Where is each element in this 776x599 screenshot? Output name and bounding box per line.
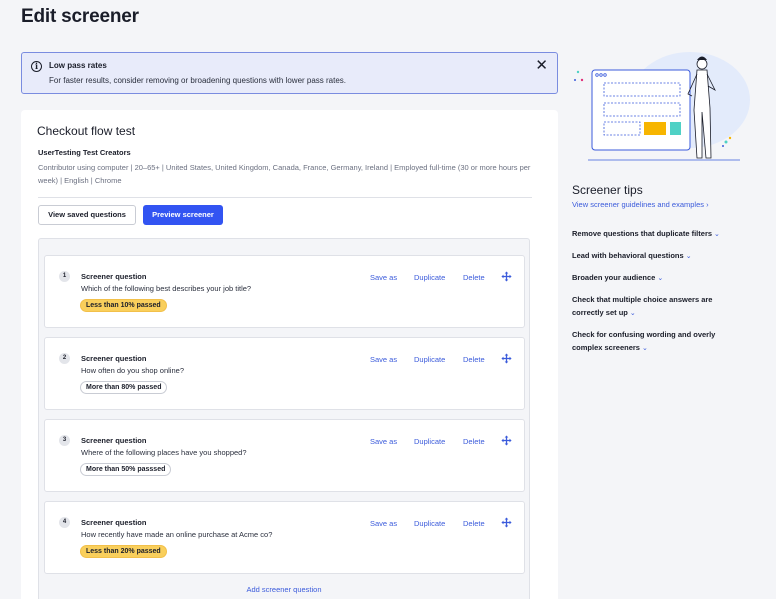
question-number: 4 (59, 517, 70, 528)
tip-broaden[interactable]: Broaden your audience ⌄ (572, 271, 742, 285)
question-label: Screener question (81, 518, 147, 527)
question-number: 3 (59, 435, 70, 446)
question-text: Where of the following places have you s… (81, 448, 247, 457)
move-icon[interactable] (501, 517, 512, 528)
tip-confusing-wording[interactable]: Check for confusing wording and overly c… (572, 328, 742, 355)
tip-label: Broaden your audience (572, 273, 656, 282)
org-name: UserTesting Test Creators (38, 148, 131, 157)
tip-behavioral[interactable]: Lead with behavioral questions ⌄ (572, 249, 742, 263)
add-screener-question-link[interactable]: Add screener question (39, 585, 529, 594)
duplicate-link[interactable]: Duplicate (414, 519, 445, 528)
low-pass-rates-alert: i Low pass rates For faster results, con… (21, 52, 558, 94)
chevron-down-icon: ⌄ (629, 310, 636, 317)
question-number: 2 (59, 353, 70, 364)
close-icon[interactable]: ✕ (535, 58, 548, 73)
move-icon[interactable] (501, 271, 512, 282)
question-text: Which of the following best describes yo… (81, 284, 252, 293)
tip-label: Lead with behavioral questions (572, 251, 684, 260)
chevron-down-icon: ⌄ (714, 231, 720, 238)
screener-illustration (574, 52, 750, 161)
tip-remove-duplicates[interactable]: Remove questions that duplicate filters ⌄ (572, 227, 742, 241)
page-title: Edit screener (21, 6, 139, 27)
tip-multiple-choice[interactable]: Check that multiple choice answers are c… (572, 293, 742, 320)
pass-rate-badge: Less than 20% passed (80, 545, 167, 558)
alert-title: Low pass rates (49, 61, 107, 70)
question-card: 3 Screener question Where of the followi… (44, 419, 525, 492)
duplicate-link[interactable]: Duplicate (414, 273, 445, 282)
question-text: How often do you shop online? (81, 366, 184, 375)
question-text: How recently have made an online purchas… (81, 530, 273, 539)
question-card: 2 Screener question How often do you sho… (44, 337, 525, 410)
delete-link[interactable]: Delete (463, 273, 485, 282)
questions-panel: 1 Screener question Which of the followi… (38, 238, 530, 599)
question-number: 1 (59, 271, 70, 282)
save-as-link[interactable]: Save as (370, 437, 397, 446)
delete-link[interactable]: Delete (463, 355, 485, 364)
guidelines-link[interactable]: View screener guidelines and examples › (572, 200, 709, 209)
duplicate-link[interactable]: Duplicate (414, 437, 445, 446)
divider (38, 197, 532, 198)
pass-rate-badge: Less than 10% passed (80, 299, 167, 312)
tip-label: Remove questions that duplicate filters (572, 229, 713, 238)
audience-criteria: Contributor using computer | 20–65+ | Un… (38, 163, 531, 185)
move-icon[interactable] (501, 353, 512, 364)
question-label: Screener question (81, 354, 147, 363)
question-card: 1 Screener question Which of the followi… (44, 255, 525, 328)
question-label: Screener question (81, 272, 147, 281)
test-title: Checkout flow test (37, 124, 136, 138)
screener-card: Checkout flow test UserTesting Test Crea… (21, 110, 558, 599)
save-as-link[interactable]: Save as (370, 519, 397, 528)
tip-label: Check that multiple choice answers are c… (572, 295, 713, 317)
duplicate-link[interactable]: Duplicate (414, 355, 445, 364)
alert-body: For faster results, consider removing or… (49, 76, 347, 85)
save-as-link[interactable]: Save as (370, 273, 397, 282)
pass-rate-badge: More than 50% passsed (80, 463, 172, 476)
question-card: 4 Screener question How recently have ma… (44, 501, 525, 574)
save-as-link[interactable]: Save as (370, 355, 397, 364)
chevron-down-icon: ⌄ (685, 253, 692, 260)
delete-link[interactable]: Delete (463, 437, 485, 446)
move-icon[interactable] (501, 435, 512, 446)
info-icon: i (31, 61, 42, 72)
preview-screener-button[interactable]: Preview screener (143, 205, 223, 225)
delete-link[interactable]: Delete (463, 519, 485, 528)
pass-rate-badge: More than 80% passed (80, 381, 168, 394)
chevron-down-icon: ⌄ (657, 275, 664, 282)
question-label: Screener question (81, 436, 147, 445)
chevron-down-icon: ⌄ (641, 345, 648, 352)
view-saved-questions-button[interactable]: View saved questions (38, 205, 136, 225)
tips-title: Screener tips (572, 183, 643, 197)
